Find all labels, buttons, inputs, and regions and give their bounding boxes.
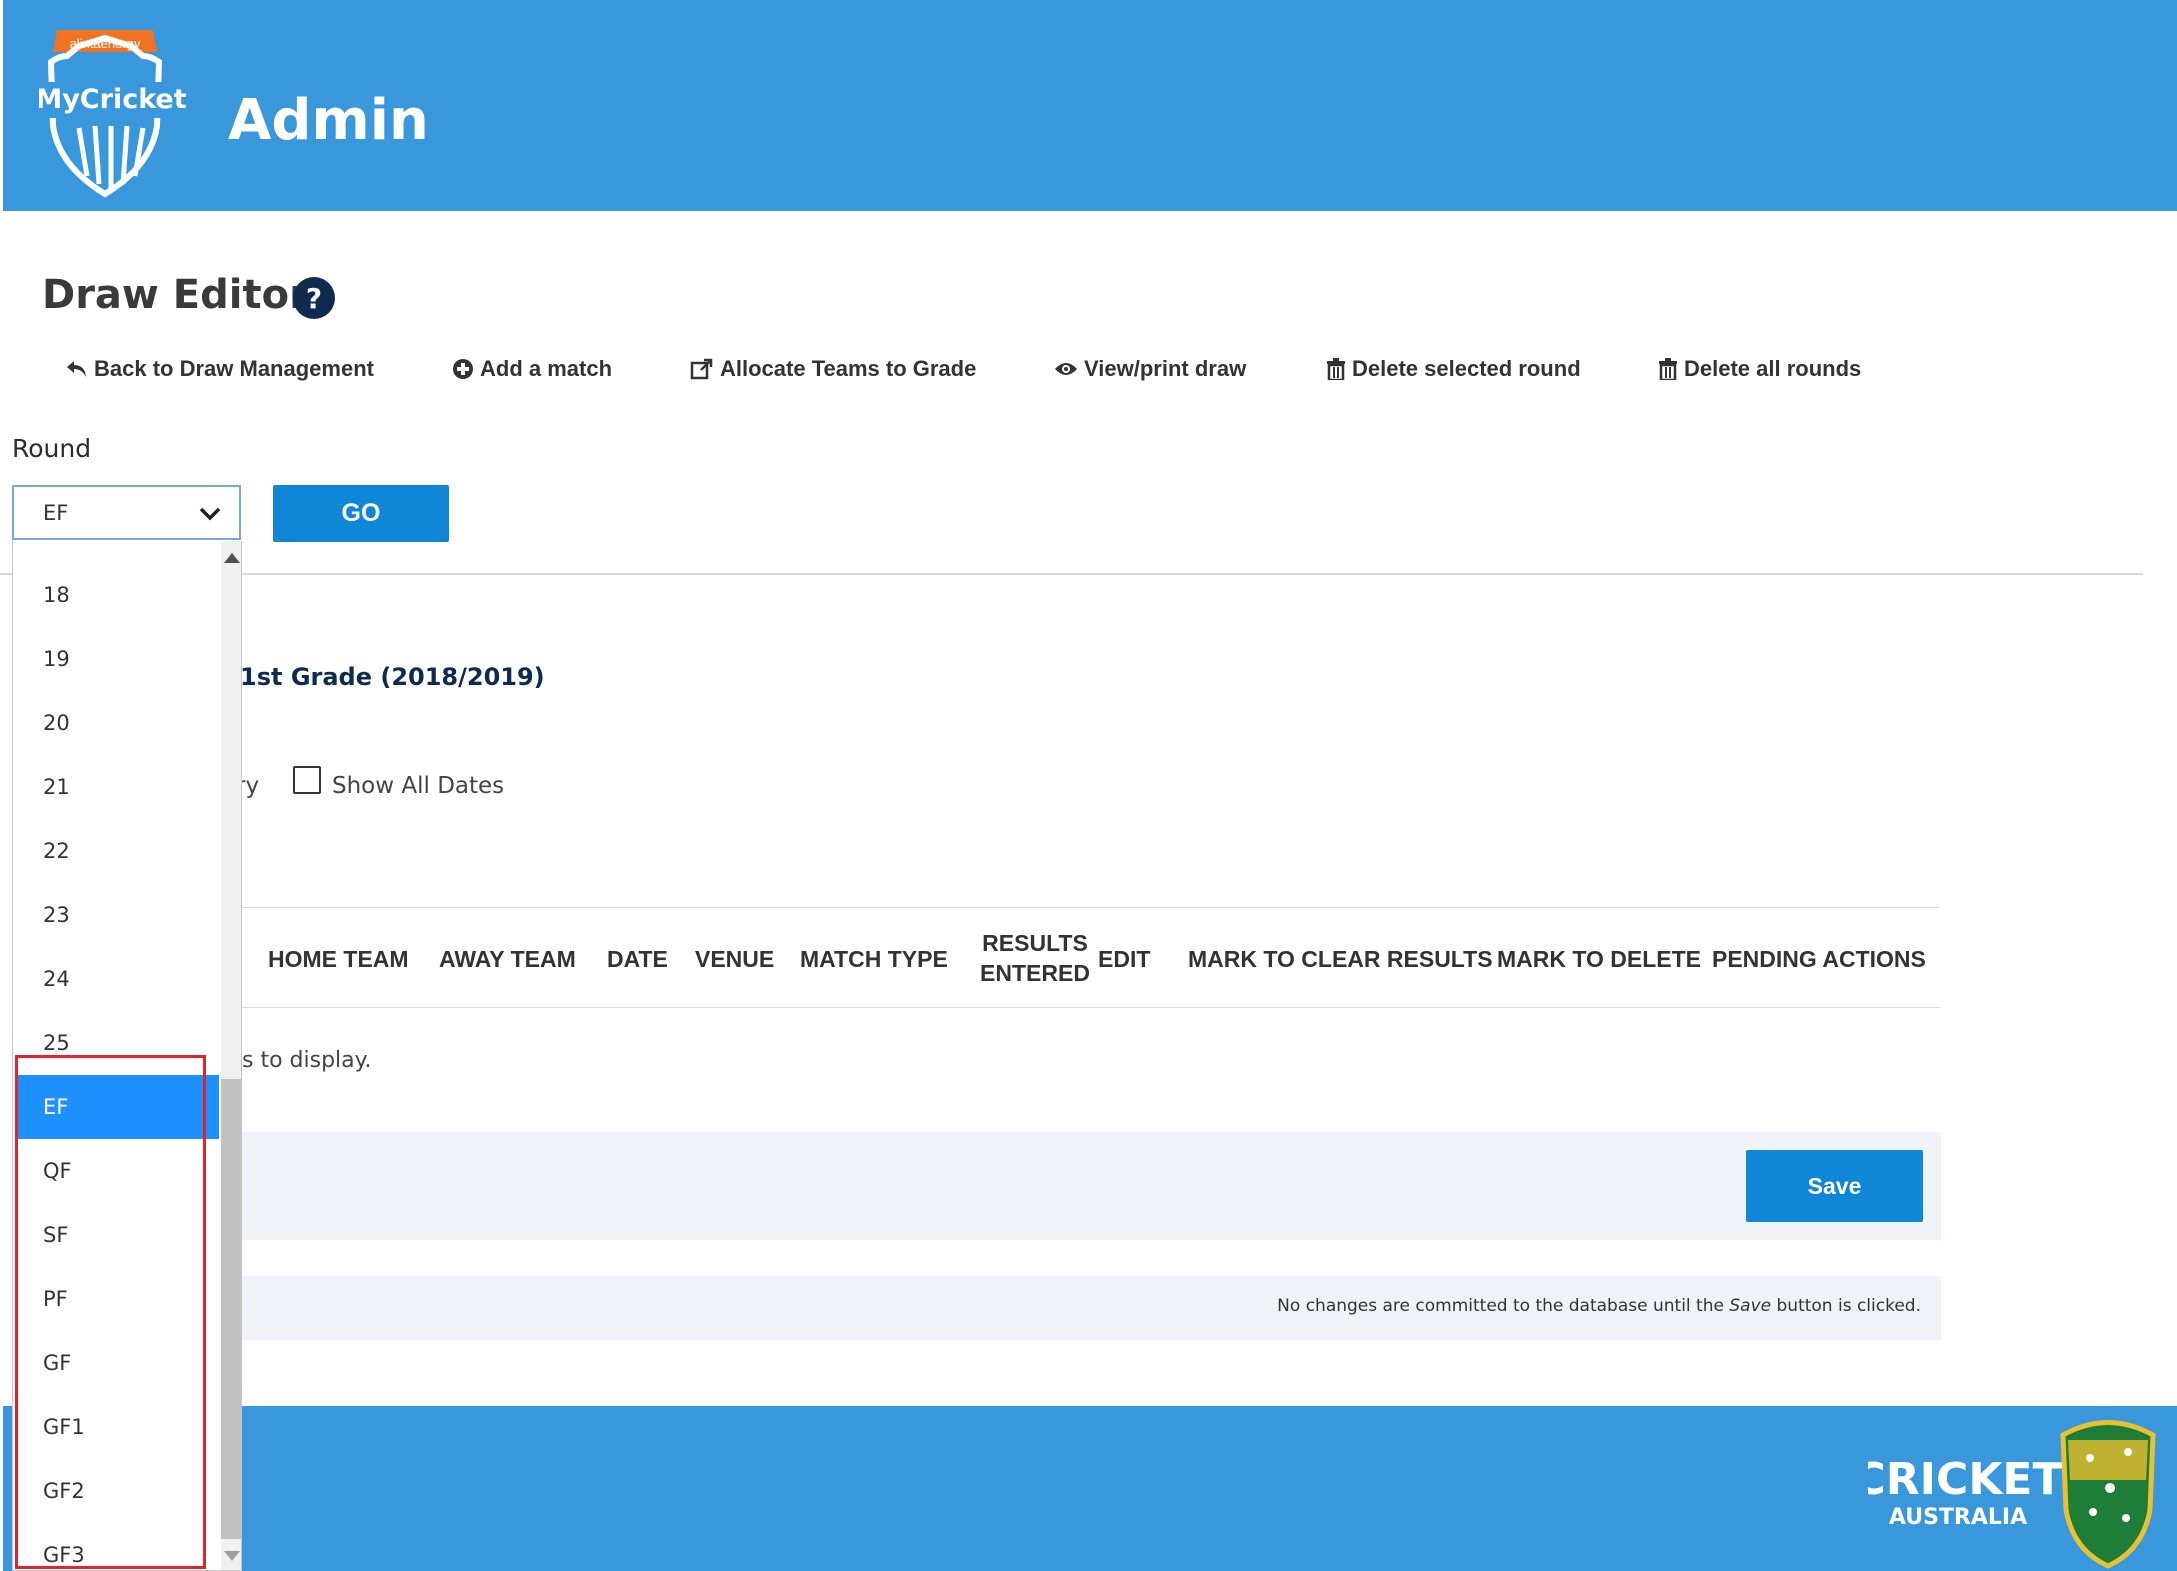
save-button[interactable]: Save	[1746, 1150, 1923, 1222]
scroll-down-arrow-icon[interactable]	[224, 1551, 240, 1561]
question-circle-icon[interactable]: ?	[292, 276, 336, 320]
reply-arrow-icon	[67, 361, 86, 377]
column-header-mark-clear-results: MARK TO CLEAR RESULTS	[1188, 946, 1493, 972]
save-panel	[240, 1132, 1941, 1240]
round-option-18[interactable]: 18	[15, 563, 219, 627]
column-header-pending-actions: PENDING ACTIONS	[1712, 946, 1926, 972]
empty-table-message: s to display.	[242, 1048, 372, 1073]
delete-all-rounds-link[interactable]: Delete all rounds	[1658, 356, 1861, 382]
svg-text:AUSTRALIA: AUSTRALIA	[1889, 1505, 2027, 1530]
round-option-23[interactable]: 23	[15, 883, 219, 947]
highlight-annotation-box	[15, 1055, 206, 1569]
cricket-australia-logo[interactable]: CRICKET AUSTRALIA	[1868, 1400, 2160, 1570]
back-to-draw-management-label: Back to Draw Management	[94, 356, 374, 381]
delete-all-rounds-label: Delete all rounds	[1684, 356, 1862, 381]
plus-circle-icon	[453, 359, 473, 379]
save-note-panel: No changes are committed to the database…	[240, 1276, 1941, 1340]
add-match-link[interactable]: Add a match	[452, 356, 612, 382]
delete-selected-round-link[interactable]: Delete selected round	[1326, 356, 1581, 382]
column-header-home-team: HOME TEAM	[268, 946, 409, 972]
grade-title: 1st Grade (2018/2019)	[240, 663, 545, 691]
round-option-22[interactable]: 22	[15, 819, 219, 883]
svg-text:?: ?	[306, 282, 322, 315]
delete-selected-round-label: Delete selected round	[1352, 356, 1581, 381]
svg-text:MyCricket: MyCricket	[39, 84, 187, 115]
view-print-draw-label: View/print draw	[1084, 356, 1247, 381]
results-header-line1: RESULTS	[982, 930, 1088, 956]
dropdown-scrollbar[interactable]	[221, 541, 241, 1570]
trash-icon	[1659, 358, 1677, 380]
eye-icon	[1055, 363, 1077, 375]
show-all-dates-checkbox[interactable]	[293, 766, 321, 794]
scroll-up-arrow-icon[interactable]	[224, 553, 240, 563]
round-label: Round	[12, 434, 92, 463]
round-option-20[interactable]: 20	[15, 691, 219, 755]
site-header: alintaenergy MyCricket Admin	[3, 0, 2177, 211]
external-link-icon	[690, 358, 713, 380]
column-header-results-entered: RESULTS ENTERED	[972, 928, 1098, 988]
column-header-mark-delete: MARK TO DELETE	[1497, 946, 1702, 972]
view-print-draw-link[interactable]: View/print draw	[1054, 356, 1246, 382]
allocate-teams-link[interactable]: Allocate Teams to Grade	[690, 356, 976, 382]
column-header-away-team: AWAY TEAM	[439, 946, 576, 972]
table-header-border	[240, 1007, 1940, 1008]
header-title: Admin	[228, 88, 429, 153]
column-header-edit: EDIT	[1098, 946, 1151, 972]
save-note: No changes are committed to the database…	[1277, 1296, 1921, 1316]
round-option-21[interactable]: 21	[15, 755, 219, 819]
add-match-label: Add a match	[480, 356, 613, 381]
show-all-dates-label[interactable]: Show All Dates	[332, 773, 504, 799]
round-option-24[interactable]: 24	[15, 947, 219, 1011]
column-header-date: DATE	[607, 946, 668, 972]
trash-icon	[1327, 358, 1345, 380]
mycricket-logo[interactable]: alintaenergy MyCricket	[39, 16, 189, 198]
back-to-draw-management-link[interactable]: Back to Draw Management	[66, 356, 374, 382]
results-header-line2: ENTERED	[980, 960, 1090, 986]
table-top-border	[240, 907, 1940, 908]
round-select-value: EF	[43, 501, 69, 525]
divider	[0, 573, 2143, 575]
allocate-teams-label: Allocate Teams to Grade	[720, 356, 977, 381]
round-option-19[interactable]: 19	[15, 627, 219, 691]
chevron-down-icon	[199, 507, 221, 521]
column-header-match-type: MATCH TYPE	[800, 946, 948, 972]
page-title: Draw Editor	[42, 272, 309, 318]
site-footer	[3, 1406, 2177, 1571]
svg-text:CRICKET: CRICKET	[1868, 1454, 2063, 1505]
column-header-venue: VENUE	[695, 946, 775, 972]
round-select[interactable]: EF	[12, 485, 241, 540]
go-button[interactable]: GO	[273, 485, 449, 542]
scroll-thumb[interactable]	[221, 1079, 241, 1539]
